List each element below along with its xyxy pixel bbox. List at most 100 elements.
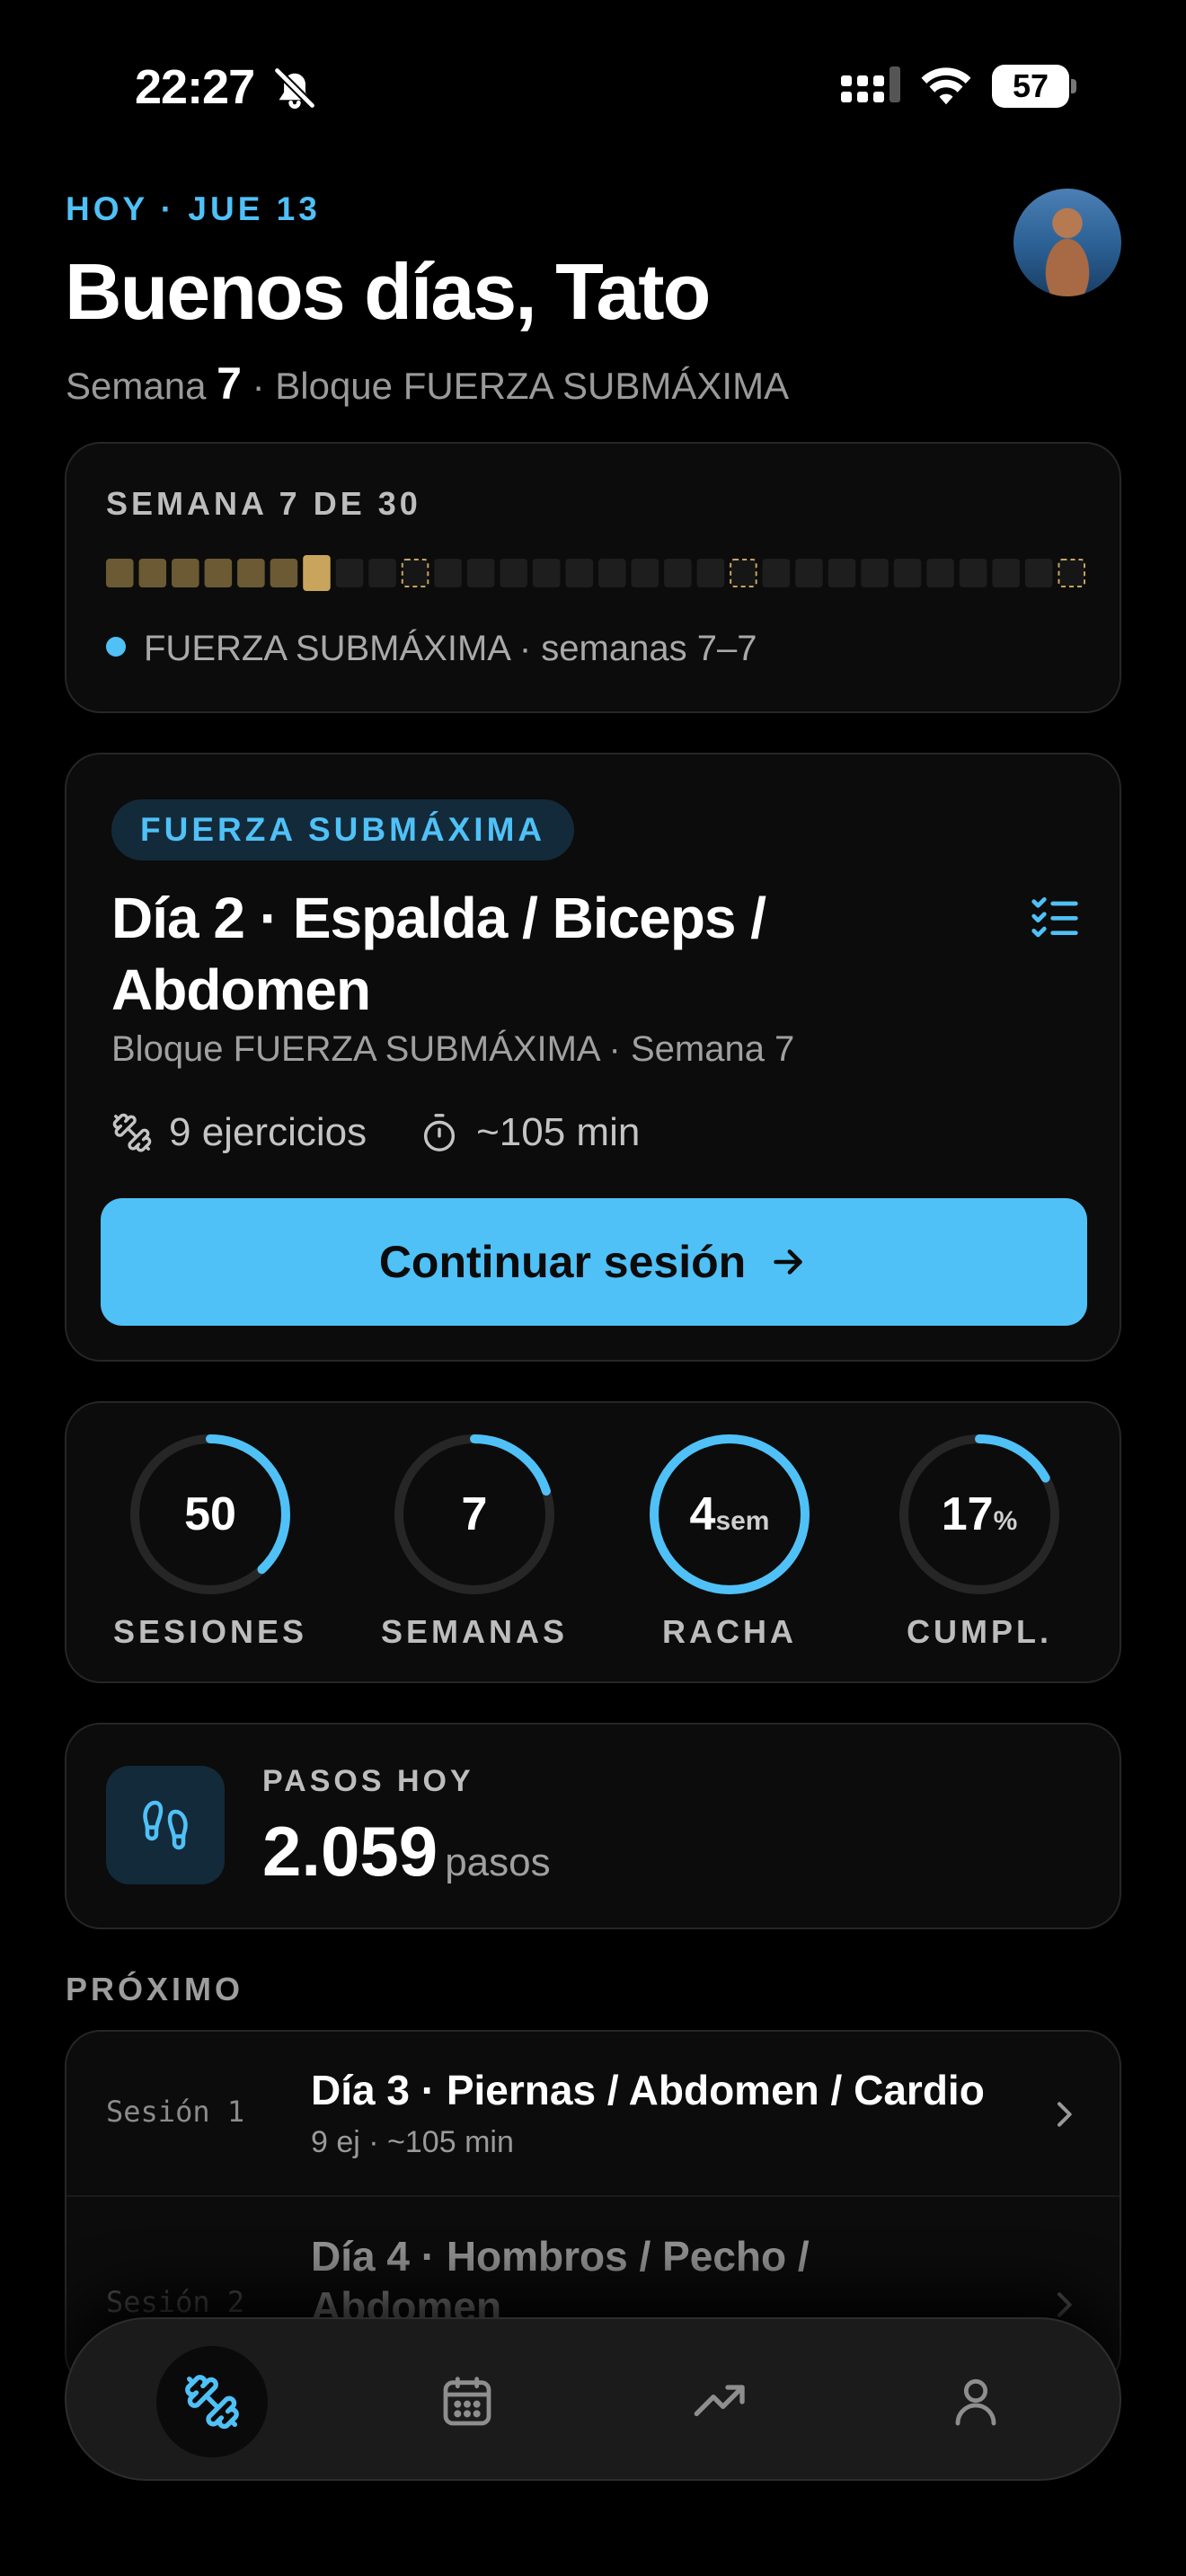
week-segment xyxy=(138,559,167,587)
status-time: 22:27 xyxy=(135,60,255,114)
week-segment xyxy=(664,559,692,587)
week-segment xyxy=(730,559,757,587)
week-segment xyxy=(303,555,331,591)
checklist-icon[interactable] xyxy=(1030,891,1080,941)
block-badge: FUERZA SUBMÁXIMA xyxy=(111,799,575,860)
week-segment xyxy=(959,559,987,587)
week-segment xyxy=(466,559,495,587)
stat-unit: % xyxy=(993,1506,1018,1536)
dumbbell-icon xyxy=(112,1113,152,1152)
stats-card: 50 SESIONES 7 SEMANAS 4sem RACHA 17% CUM… xyxy=(65,1401,1121,1683)
dumbbell-icon xyxy=(185,2375,239,2430)
battery-icon: 57 xyxy=(992,65,1078,108)
week-segment xyxy=(696,559,725,587)
stat-value: 7 xyxy=(461,1488,488,1540)
week-prefix: Semana xyxy=(66,365,207,407)
week-segment xyxy=(270,559,298,587)
date-eyebrow: HOY · JUE 13 xyxy=(66,190,321,227)
tab-bar xyxy=(65,2317,1121,2481)
week-segment xyxy=(434,559,462,587)
week-segment xyxy=(500,559,527,587)
tab-calendar[interactable] xyxy=(412,2346,523,2457)
week-segment xyxy=(565,559,593,587)
list-item[interactable]: Sesión 1 Día 3 · Piernas / Abdomen / Car… xyxy=(66,2032,1120,2195)
tab-profile[interactable] xyxy=(920,2346,1031,2457)
session-title: Día 2 · Espalda / Biceps / Abdomen xyxy=(111,886,766,1022)
wifi-icon xyxy=(921,67,971,105)
week-segment xyxy=(762,559,791,587)
steps-unit: pasos xyxy=(445,1840,551,1884)
battery-level: 57 xyxy=(1012,67,1049,104)
week-subtitle: Semana 7 · Bloque FUERZA SUBMÁXIMA xyxy=(66,357,789,410)
session-subtitle: Bloque FUERZA SUBMÁXIMA · Semana 7 xyxy=(111,1029,795,1069)
block-legend: FUERZA SUBMÁXIMA · semanas 7–7 xyxy=(106,629,757,669)
block-legend-text: FUERZA SUBMÁXIMA · semanas 7–7 xyxy=(144,629,757,668)
tab-workout[interactable] xyxy=(156,2346,268,2457)
week-segment xyxy=(172,559,199,587)
week-segment xyxy=(204,559,233,587)
week-segment xyxy=(631,559,659,587)
session-item-title: Día 3 · Piernas / Abdomen / Cardio xyxy=(311,2067,985,2113)
arrow-right-icon xyxy=(774,1249,802,1275)
week-segment xyxy=(1024,559,1053,587)
block-suffix: · Bloque FUERZA SUBMÁXIMA xyxy=(252,365,790,407)
session-tag: Sesión 1 xyxy=(106,2095,245,2129)
stat-label: SESIONES xyxy=(112,1613,308,1650)
week-card-title: SEMANA 7 DE 30 xyxy=(106,485,421,522)
avatar[interactable] xyxy=(1013,189,1121,296)
profile-icon xyxy=(955,2378,996,2426)
week-segment xyxy=(532,559,561,587)
steps-icon-box xyxy=(106,1766,225,1884)
steps-value-line: 2.059 pasos xyxy=(262,1811,551,1892)
stat-value: 50 xyxy=(184,1488,236,1540)
timer-icon xyxy=(424,1114,456,1151)
stat-value: 4 xyxy=(689,1488,716,1540)
week-segment xyxy=(893,559,922,587)
week-segment xyxy=(828,559,856,587)
bell-slash-icon xyxy=(273,66,316,110)
week-segment xyxy=(861,559,889,587)
stat-value: 17 xyxy=(941,1488,994,1540)
continue-session-label: Continuar sesión xyxy=(378,1237,747,1287)
stat-completion: 17% CUMPL. xyxy=(872,1432,1087,1651)
week-segment xyxy=(992,559,1020,587)
session-tag: Sesión 2 xyxy=(106,2285,245,2319)
exercise-count: 9 ejercicios xyxy=(169,1110,367,1154)
week-number: 7 xyxy=(217,358,242,409)
tab-progress[interactable] xyxy=(665,2346,776,2457)
trend-icon xyxy=(694,2385,745,2416)
week-segment xyxy=(926,559,954,587)
status-bar: 22:27 57 xyxy=(0,0,1186,171)
stat-unit: sem xyxy=(715,1506,770,1536)
greeting-title: Buenos días, Tato xyxy=(65,247,711,336)
stat-label: SEMANAS xyxy=(380,1613,569,1650)
week-segment xyxy=(1058,559,1085,587)
footprints-icon xyxy=(143,1800,188,1850)
chevron-right-icon xyxy=(1058,2102,1072,2127)
week-segment xyxy=(368,559,396,587)
session-item-subtitle: 9 ej · ~105 min xyxy=(311,2125,514,2159)
week-segment xyxy=(598,559,626,587)
session-card: FUERZA SUBMÁXIMA Día 2 · Espalda / Bicep… xyxy=(65,753,1121,1362)
steps-value: 2.059 xyxy=(262,1812,438,1891)
week-segment xyxy=(401,559,429,587)
steps-card[interactable]: PASOS HOY 2.059 pasos xyxy=(65,1723,1121,1929)
stat-streak: 4sem RACHA xyxy=(622,1432,837,1651)
upcoming-section-title: PRÓXIMO xyxy=(66,1971,244,2007)
calendar-icon xyxy=(443,2377,491,2426)
stat-label: RACHA xyxy=(662,1613,797,1650)
stat-weeks: 7 SEMANAS xyxy=(367,1432,582,1651)
session-meta: 9 ejercicios ~105 min xyxy=(111,1110,640,1155)
signal-icon xyxy=(841,66,900,102)
week-segment xyxy=(795,559,823,587)
week-segment xyxy=(106,559,134,587)
week-progress-bar xyxy=(106,555,1085,591)
block-dot xyxy=(106,637,126,657)
stat-label: CUMPL. xyxy=(907,1613,1052,1650)
week-progress-card: SEMANA 7 DE 30 FUERZA SUBMÁXIMA · semana… xyxy=(65,442,1121,713)
week-segment xyxy=(335,559,364,587)
continue-session-button[interactable]: Continuar sesión xyxy=(101,1198,1087,1326)
steps-label: PASOS HOY xyxy=(262,1764,474,1798)
session-duration: ~105 min xyxy=(476,1110,641,1154)
week-segment xyxy=(237,559,265,587)
